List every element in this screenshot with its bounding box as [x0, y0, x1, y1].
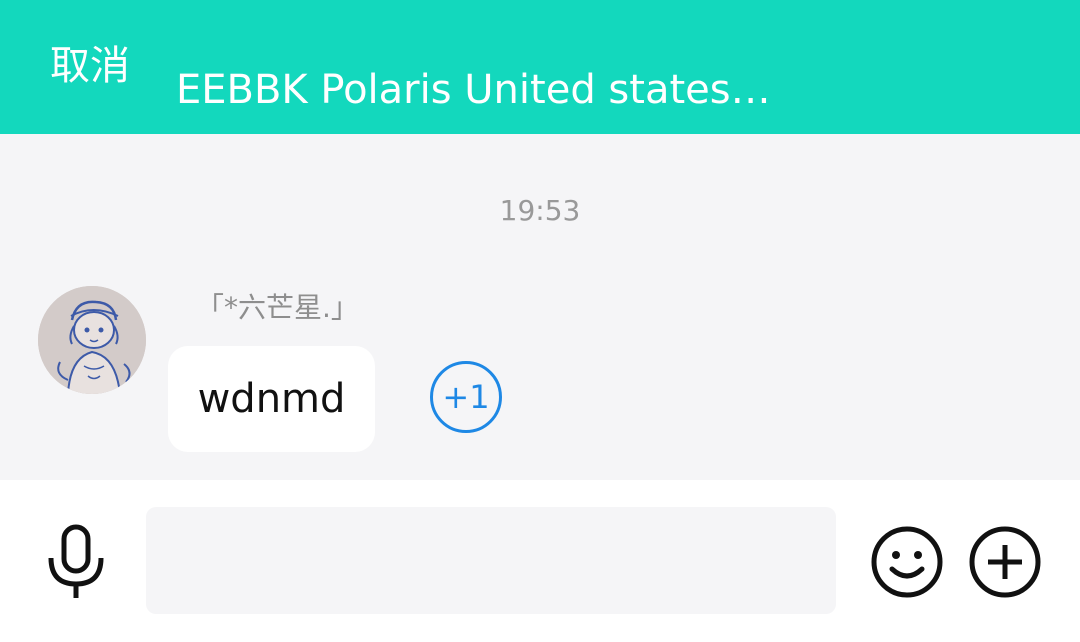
microphone-icon[interactable] [44, 524, 108, 600]
message-text: wdnmd [197, 376, 346, 422]
cancel-button[interactable]: 取消 [50, 38, 130, 94]
message-bubble[interactable]: wdnmd [168, 346, 375, 452]
plus-icon[interactable] [968, 525, 1042, 599]
sender-name: 「*六芒星.」 [196, 291, 359, 324]
input-bar [0, 480, 1080, 642]
plus-one-button[interactable]: +1 [430, 361, 502, 433]
chat-area: 19:53 「*六芒星.」 wdnmd +1 [0, 134, 1080, 480]
chat-title: EEBBK Polaris United states… [176, 67, 771, 113]
emoji-icon[interactable] [870, 525, 944, 599]
message-timestamp: 19:53 [499, 194, 581, 227]
avatar[interactable] [38, 286, 146, 394]
header-bar: 取消 EEBBK Polaris United states… [0, 0, 1080, 134]
message-input[interactable] [146, 507, 836, 614]
